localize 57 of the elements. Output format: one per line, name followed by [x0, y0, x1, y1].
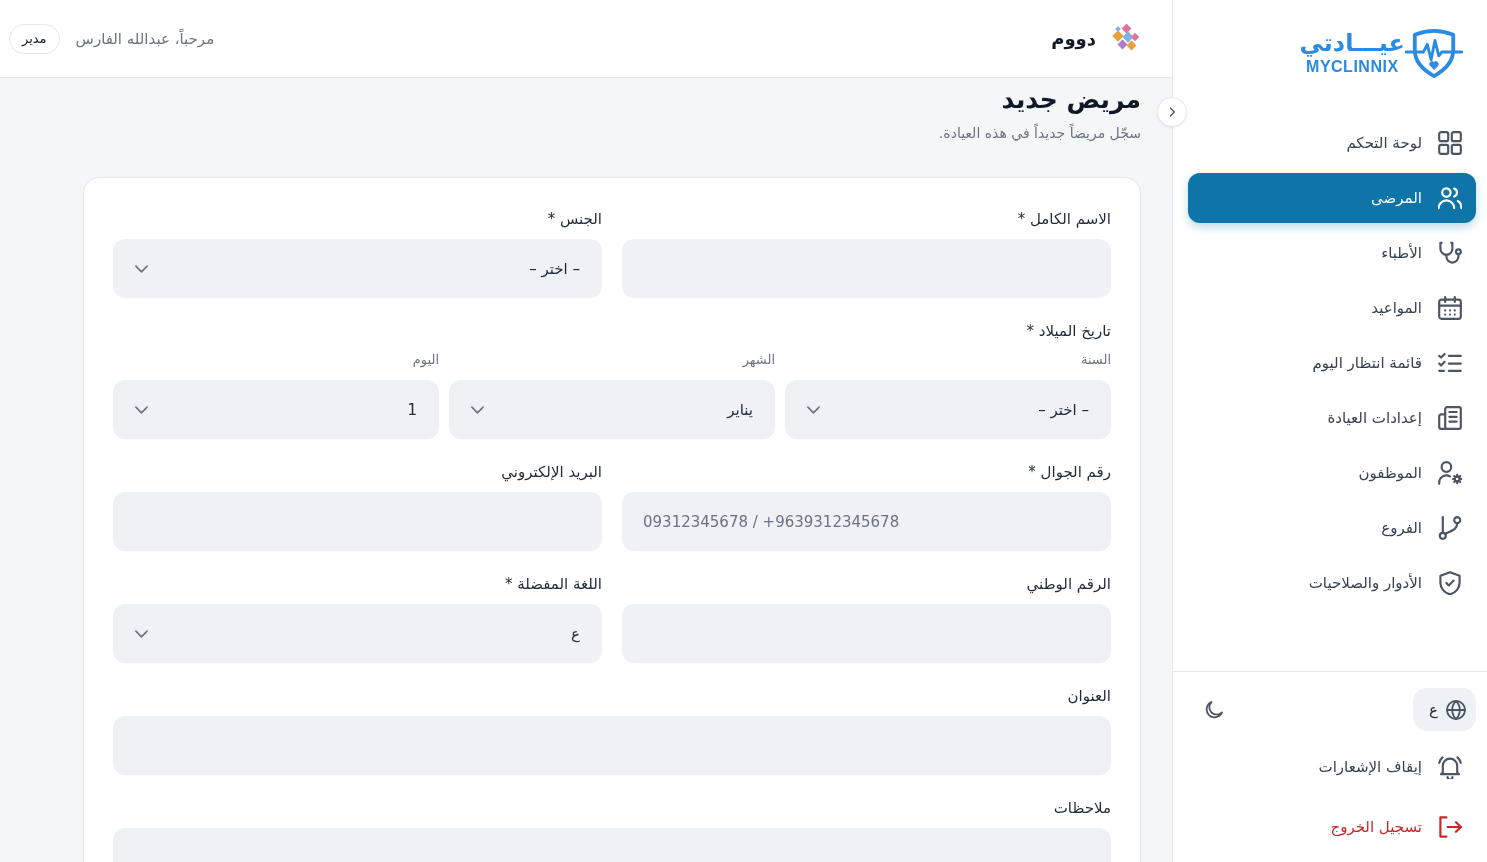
field-label: الجنس * — [547, 209, 602, 229]
dropdown[interactable]: 1 — [113, 380, 439, 439]
role-badge: مدير — [9, 23, 60, 54]
page-title: مريض جديد — [1000, 84, 1141, 117]
field-label: الرقم الوطني — [1026, 574, 1111, 594]
moon-icon[interactable] — [1205, 700, 1223, 719]
field-sublabel: الشهر — [742, 351, 775, 369]
shield-heartbeat-icon — [1405, 28, 1463, 78]
brand-wordmark: MYCLINNIX — [1306, 57, 1399, 77]
dropdown[interactable]: – اختر – — [785, 380, 1111, 439]
logout-icon — [1438, 815, 1462, 839]
sidebar-action[interactable]: إيقاف الإشعارات — [1188, 742, 1476, 792]
branch-icon — [1438, 516, 1462, 540]
brand-name: عيـــادتي — [1299, 29, 1405, 57]
sidebar-action[interactable]: تسجيل الخروج — [1188, 802, 1476, 852]
chevron-down-icon — [135, 629, 148, 638]
chevron-down-icon — [135, 264, 148, 273]
field-label: تاريخ الميلاد * — [1026, 321, 1111, 341]
calendar-icon — [1438, 296, 1462, 320]
chevron-down-icon — [471, 405, 484, 414]
field-label: البريد الإلكتروني — [501, 462, 602, 482]
nav-item[interactable]: الفروع — [1188, 503, 1476, 553]
user-gear-icon — [1438, 461, 1462, 485]
chevron-right-icon — [1168, 107, 1176, 117]
nav-item[interactable]: المواعيد — [1188, 283, 1476, 333]
dropdown[interactable]: ع — [113, 604, 602, 663]
field-label: الاسم الكامل * — [1017, 209, 1111, 229]
field-sublabel: اليوم — [412, 351, 439, 369]
language-button[interactable]: ع — [1413, 688, 1476, 731]
users-icon — [1438, 186, 1462, 210]
chevron-down-icon — [807, 405, 820, 414]
building-icon — [1438, 406, 1462, 430]
field-label: ملاحظات — [1053, 798, 1111, 818]
bell-icon — [1438, 755, 1462, 779]
field-label: رقم الجوال * — [1028, 462, 1111, 482]
field-sublabel: السنة — [1080, 351, 1111, 369]
greeting-text: مرحباً، عبدالله الفارس — [75, 29, 215, 48]
dropdown[interactable]: – اختر – — [113, 239, 602, 298]
globe-icon — [1446, 699, 1466, 720]
stethoscope-icon — [1438, 241, 1462, 265]
nav-item[interactable]: المرضى — [1188, 173, 1476, 223]
chevron-down-icon — [135, 405, 148, 414]
field-label: العنوان — [1067, 686, 1111, 706]
nav-item[interactable]: الأدوار والصلاحيات — [1188, 558, 1476, 608]
field-label: اللغة المفضلة * — [504, 574, 602, 594]
nav-item[interactable]: لوحة التحكم — [1188, 118, 1476, 168]
page-subtitle: سجّل مريضاً جديداً في هذه العيادة. — [937, 124, 1141, 142]
checklist-icon — [1438, 351, 1462, 375]
input-field[interactable]: 09312345678 / +9639312345678 — [622, 492, 1111, 551]
shield-check-icon — [1438, 571, 1462, 595]
nav-item[interactable]: قائمة انتظار اليوم — [1188, 338, 1476, 388]
nav-item[interactable]: الموظفون — [1188, 448, 1476, 498]
nav-item[interactable]: إعدادات العيادة — [1188, 393, 1476, 443]
clinic-name: دووم — [1051, 28, 1096, 49]
nav-item[interactable]: الأطباء — [1188, 228, 1476, 278]
dashboard-grid-icon — [1438, 131, 1462, 155]
dropdown[interactable]: يناير — [449, 380, 775, 439]
